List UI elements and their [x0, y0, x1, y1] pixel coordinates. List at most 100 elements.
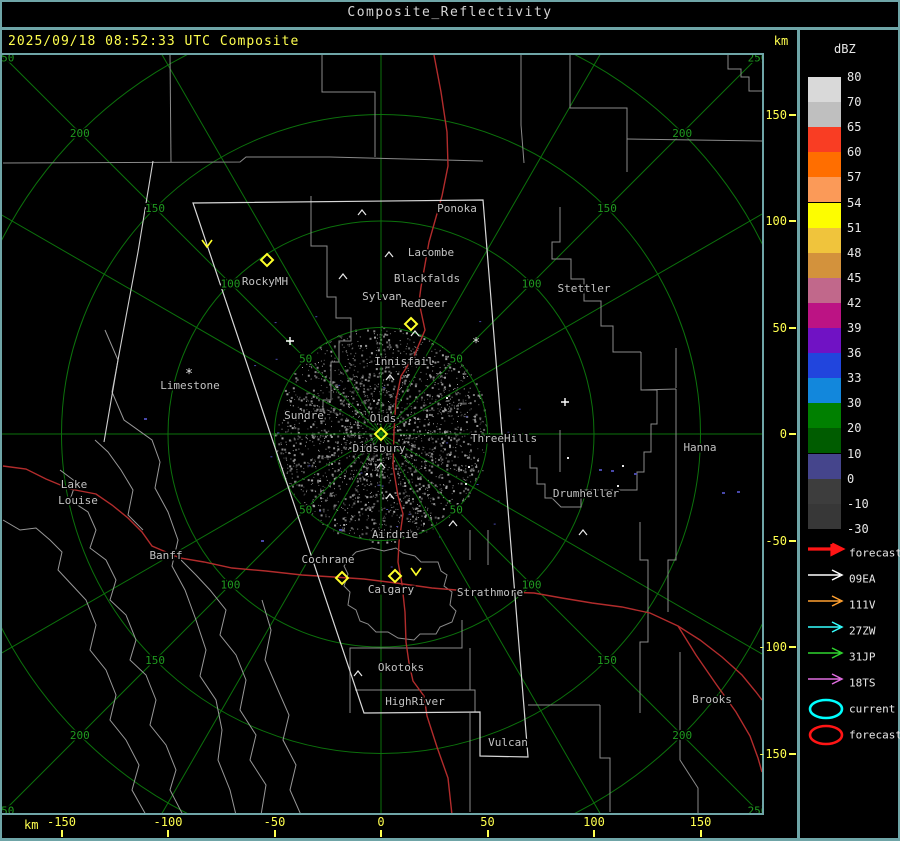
caret-marker-icon — [385, 493, 395, 500]
legend-row: 111V — [800, 592, 897, 618]
axis-tick-mark — [273, 830, 276, 837]
city-label: Sylvan — [362, 290, 402, 303]
axis-tick-mark — [789, 326, 796, 329]
ring-distance-label: 100 — [522, 277, 542, 290]
legend-row: forecast — [800, 722, 900, 748]
city-label: ThreeHills — [471, 432, 537, 445]
city-label: Olds — [370, 412, 397, 425]
axis-tick-label: -150 — [758, 746, 787, 761]
legend-label: 18TS — [849, 676, 876, 690]
track-arrow-icon — [808, 621, 844, 633]
blue-speck-marker — [339, 529, 342, 531]
ring-distance-label: 100 — [220, 277, 240, 290]
legend-row: 18TS — [800, 670, 897, 696]
colorscale-block — [808, 503, 841, 529]
ring-distance-label: 200 — [70, 127, 90, 140]
colorscale-block — [808, 428, 841, 454]
radar-app-window: Composite_Reflectivity 2025/09/18 08:52:… — [0, 0, 900, 841]
colorscale-block — [808, 378, 841, 404]
ring-distance-label: 200 — [672, 127, 692, 140]
colorscale-block — [808, 102, 841, 128]
axis-tick-label: -100 — [758, 640, 787, 654]
city-label: RockyMH — [242, 275, 288, 288]
city-label: Cochrane — [302, 553, 355, 566]
city-label: Brooks — [692, 693, 732, 706]
ring-distance-label: 50 — [299, 353, 312, 366]
city-label: Didsbury — [353, 442, 406, 455]
colorscale-value: 54 — [847, 195, 862, 210]
colorscale-block — [808, 277, 841, 303]
axis-tick-label: -100 — [153, 815, 183, 829]
bottom-axis: -150 -100 -50 0 50 100 150 — [2, 815, 764, 838]
axis-tick-mark — [789, 220, 796, 222]
caret-marker-icon — [357, 209, 367, 216]
caret-marker-icon — [578, 529, 588, 536]
colorscale-block — [808, 353, 841, 379]
radar-map[interactable]: 50 50 50 50 100 100 100 100 150 150 150 150 200 200 20… — [2, 55, 762, 813]
legend-row: 09EA — [800, 566, 897, 592]
track-arrow-icon — [808, 673, 844, 685]
colorscale-value: 45 — [847, 270, 862, 285]
city-label: Louise — [58, 494, 98, 507]
track-chevron-icon — [410, 567, 422, 577]
city-label: Sundre — [284, 409, 324, 422]
city-label: Ponoka — [437, 202, 477, 215]
colorscale-value: -30 — [847, 521, 869, 536]
axis-tick-mark — [699, 830, 702, 837]
dot-marker — [567, 457, 569, 459]
ring-distance-label: 150 — [145, 202, 165, 215]
city-label: Strathmore — [457, 586, 523, 599]
legend-row: current — [800, 696, 897, 722]
plus-marker-icon — [561, 398, 569, 406]
colorscale-block — [808, 252, 841, 278]
ring-distance-label: 200 — [70, 729, 90, 742]
caret-marker-icon — [353, 670, 363, 677]
axis-tick-mark — [789, 539, 796, 542]
colorscale-value: 48 — [847, 245, 862, 260]
city-label: Stettler — [558, 282, 611, 295]
axis-tick-label: 100 — [583, 815, 605, 829]
legend-label: 31JP — [849, 650, 876, 664]
colorscale-value: 0 — [847, 471, 855, 486]
colorscale-value: 36 — [847, 346, 862, 361]
dot-marker — [465, 483, 467, 485]
track-arrow-icon — [808, 569, 844, 581]
blue-speck-marker — [737, 491, 740, 493]
dot-marker — [622, 465, 624, 467]
axis-tick-mark — [789, 433, 796, 435]
legend-label: current — [849, 702, 896, 716]
city-label: RedDeer — [401, 297, 448, 310]
blue-speck-marker — [599, 469, 602, 471]
ring-distance-label: 250 — [2, 55, 14, 65]
city-label: Hanna — [683, 441, 716, 454]
plus-marker-icon — [286, 337, 294, 345]
colorscale-title: dBZ — [834, 42, 856, 56]
city-label: Vulcan — [488, 736, 528, 749]
axis-tick-mark — [167, 830, 169, 837]
colorscale-value: 33 — [847, 371, 862, 386]
ring-distance-label: 100 — [220, 579, 240, 592]
colorscale-value: 39 — [847, 321, 862, 335]
city-label: Airdrie — [372, 528, 418, 541]
colorscale-sidebar: dBZ 80 70 65 60 57 54 51 48 45 42 39 36 33 30 20 10 0 -10… — [800, 30, 900, 838]
colorscale-value: 10 — [847, 446, 862, 461]
ring-distance-label: 250 — [748, 805, 762, 814]
ring-distance-label: 150 — [597, 654, 617, 667]
right-axis: 150 100 50 0 -50 -100 -150 — [758, 55, 797, 813]
city-label: Innisfail — [374, 355, 434, 368]
blue-speck-marker — [261, 540, 264, 542]
ring-distance-label: 50 — [299, 503, 312, 516]
titlebar-underline — [0, 27, 900, 30]
ring-distance-label: 250 — [748, 55, 762, 65]
scan-sector — [103, 160, 529, 758]
terrain-boundaries — [2, 329, 301, 813]
city-label: Banff — [149, 549, 182, 562]
blue-speck-marker — [144, 418, 147, 420]
colorscale-block — [808, 177, 841, 203]
blue-speck-marker — [722, 492, 725, 494]
colorscale-value: 57 — [847, 170, 862, 185]
track-arrow-icon — [808, 542, 846, 557]
target-diamond-icon — [259, 252, 275, 268]
axis-tick-mark — [789, 646, 796, 648]
colorscale-value: 20 — [847, 421, 862, 436]
